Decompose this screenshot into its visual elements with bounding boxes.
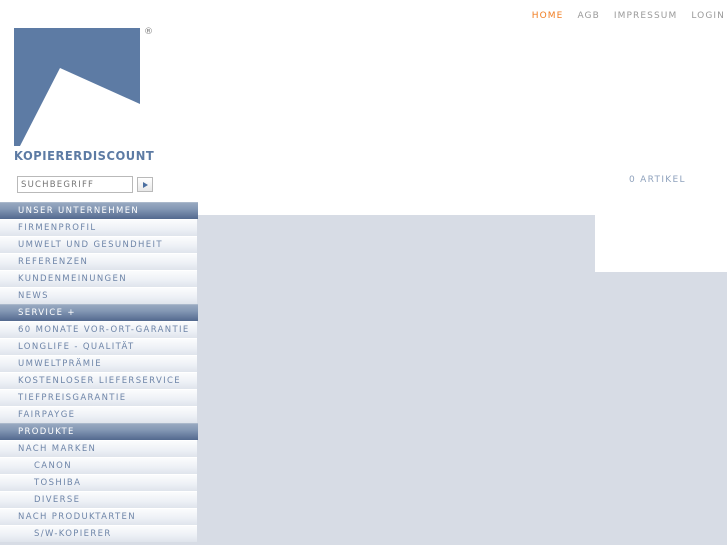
topnav-link-home[interactable]: HOME (532, 11, 564, 21)
sidebar-item[interactable]: FIRMENPROFIL (0, 219, 197, 236)
sidebar-item[interactable]: UMWELT UND GESUNDHEIT (0, 236, 197, 253)
sidebar-item[interactable]: UMWELTPRÄMIE (0, 355, 197, 372)
sidebar-item[interactable]: LONGLIFE - QUALITÄT (0, 338, 197, 355)
topnav-link-impressum[interactable]: IMPRESSUM (614, 11, 677, 21)
sidebar-item-label: UMWELT UND GESUNDHEIT (18, 240, 163, 250)
sidebar-item[interactable]: NACH MARKEN (0, 440, 197, 457)
sidebar-item[interactable]: DIVERSE (0, 491, 197, 508)
sidebar-item[interactable]: KUNDENMEINUNGEN (0, 270, 197, 287)
sidebar-item[interactable]: NEWS (0, 287, 197, 304)
sidebar-item[interactable]: NACH PRODUKTARTEN (0, 508, 197, 525)
sidebar-item-label: TIEFPREISGARANTIE (18, 393, 127, 403)
sidebar-item-label: CANON (34, 461, 72, 471)
play-triangle-icon (142, 181, 148, 188)
sidebar-item-label: LONGLIFE - QUALITÄT (18, 342, 135, 352)
sidebar-item[interactable]: S/W-KOPIERER (0, 525, 197, 542)
sidebar-item-label: KOSTENLOSER LIEFERSERVICE (18, 376, 181, 386)
registered-trademark-icon: ® (144, 27, 153, 37)
topnav-link-login[interactable]: LOGIN (691, 11, 725, 21)
sidebar-item-label: 60 MONATE VOR-ORT-GARANTIE (18, 325, 190, 335)
sidebar-navigation: UNSER UNTERNEHMEN FIRMENPROFIL UMWELT UND … (0, 202, 198, 542)
topnav-link-agb[interactable]: AGB (577, 11, 599, 21)
sidebar-section-header[interactable]: SERVICE + (0, 304, 198, 321)
sidebar-item-label: S/W-KOPIERER (34, 529, 112, 539)
sidebar-section-header-label: PRODUKTE (18, 427, 75, 437)
right-side-panel (595, 215, 727, 272)
sidebar-item-label: FIRMENPROFIL (18, 223, 97, 233)
sidebar-item[interactable]: FAIRPAYGE (0, 406, 197, 423)
sidebar-item-label: UMWELTPRÄMIE (18, 359, 103, 369)
sidebar-item[interactable]: CANON (0, 457, 197, 474)
sidebar-section-header-label: SERVICE + (18, 308, 76, 318)
sidebar-item-label: FAIRPAYGE (18, 410, 76, 420)
site-logo[interactable]: ® KOPIERERDISCOUNT (14, 28, 154, 163)
cart-item-count[interactable]: 0 ARTIKEL (629, 175, 686, 185)
logo-wordmark: KOPIERERDISCOUNT (14, 148, 155, 163)
search-input[interactable] (17, 176, 133, 193)
sidebar-item[interactable]: TOSHIBA (0, 474, 197, 491)
sidebar-item-label: NACH MARKEN (18, 444, 97, 454)
sidebar-item[interactable]: 60 MONATE VOR-ORT-GARANTIE (0, 321, 197, 338)
sidebar-section-header[interactable]: PRODUKTE (0, 423, 198, 440)
logo-mark-icon: ® (14, 28, 153, 146)
sidebar-item-label: NACH PRODUKTARTEN (18, 512, 136, 522)
sidebar-item[interactable]: REFERENZEN (0, 253, 197, 270)
sidebar-item-label: DIVERSE (34, 495, 81, 505)
sidebar-item-label: REFERENZEN (18, 257, 89, 267)
sidebar-item-label: TOSHIBA (34, 478, 82, 488)
search-submit-button[interactable] (137, 177, 153, 192)
sidebar-item-label: NEWS (18, 291, 49, 301)
sidebar-item-label: KUNDENMEINUNGEN (18, 274, 127, 284)
sidebar-section-header-label: UNSER UNTERNEHMEN (18, 206, 140, 216)
sidebar-item[interactable]: KOSTENLOSER LIEFERSERVICE (0, 372, 197, 389)
top-navigation: HOME AGB IMPRESSUM LOGIN (532, 11, 725, 21)
search-form (17, 176, 153, 193)
sidebar-item[interactable]: TIEFPREISGARANTIE (0, 389, 197, 406)
sidebar-section-header[interactable]: UNSER UNTERNEHMEN (0, 202, 198, 219)
